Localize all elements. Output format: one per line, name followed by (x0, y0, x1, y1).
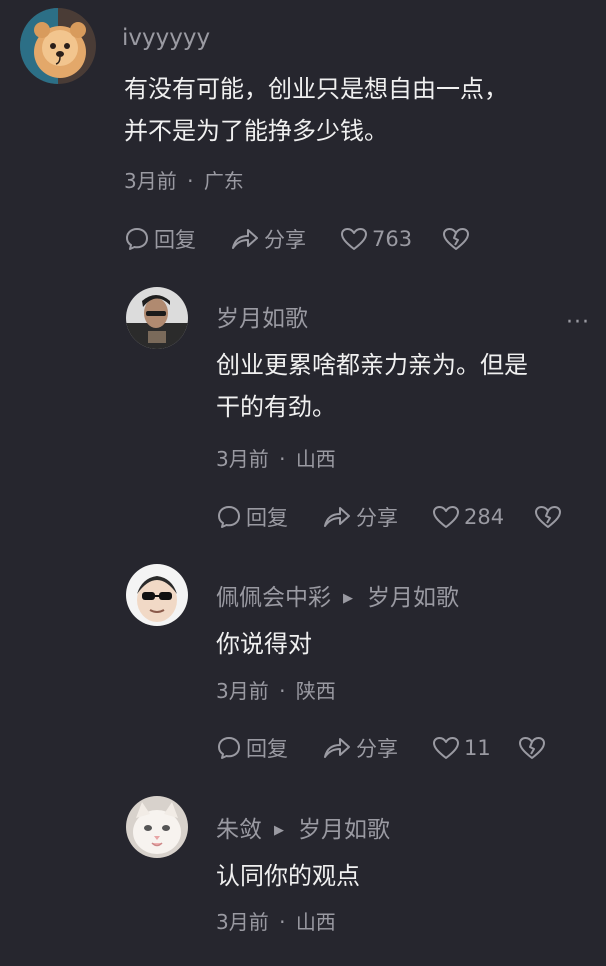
comment-meta: 3月前 · 陕西 (216, 675, 336, 704)
reply-label: 回复 (154, 228, 196, 252)
dislike-button[interactable] (518, 733, 546, 763)
comment-text-line: 创业更累啥都亲力亲为。但是 (216, 351, 528, 379)
comment-location: 广东 (203, 169, 244, 193)
comment-location: 陕西 (295, 679, 336, 703)
comment-username[interactable]: 岁月如歌 (216, 299, 308, 333)
comment-username[interactable]: ivyyyyy (122, 25, 210, 51)
comment-time: 3月前 (216, 910, 269, 934)
share-button[interactable]: 分享 (322, 502, 398, 532)
comment-username[interactable]: 佩佩会中彩 (216, 585, 331, 611)
triangle-right-icon: ▶ (274, 823, 284, 838)
reply-label: 回复 (246, 506, 288, 530)
share-label: 分享 (356, 506, 398, 530)
comment-text: 认同你的观点 (216, 855, 360, 897)
reply-to-username[interactable]: 岁月如歌 (298, 817, 390, 843)
avatar[interactable] (126, 564, 188, 626)
like-button[interactable]: 284 (432, 502, 504, 532)
comment-text: 有没有可能，创业只是想自由一点， 并不是为了能挣多少钱。 (124, 68, 508, 152)
comment-time: 3月前 (216, 679, 269, 703)
comment-actions: 回复 分享 284 (216, 502, 576, 532)
share-arrow-icon (324, 507, 350, 527)
share-label: 分享 (264, 228, 306, 252)
comment-text-line: 并不是为了能挣多少钱。 (124, 117, 388, 145)
avatar-cartoon-image (126, 564, 188, 626)
like-count: 11 (464, 736, 491, 760)
reply-label: 回复 (246, 737, 288, 761)
avatar-dog-image (20, 8, 96, 84)
comment-time: 3月前 (216, 447, 269, 471)
heart-outline-icon (341, 228, 367, 250)
comment-username[interactable]: 朱敛 (216, 817, 262, 843)
comment-meta: 3月前 · 山西 (216, 443, 336, 472)
broken-heart-icon (519, 737, 545, 759)
share-arrow-icon (324, 738, 350, 758)
like-count: 284 (464, 505, 505, 529)
comment-meta: 3月前 · 山西 (216, 906, 336, 935)
avatar[interactable] (126, 796, 188, 858)
comment-actions: 回复 分享 11 (216, 733, 576, 763)
comment-text: 你说得对 (216, 623, 312, 665)
comment-username-line: 朱敛 ▶ 岁月如歌 (216, 810, 390, 844)
reply-button[interactable]: 回复 (216, 733, 288, 763)
comment-meta: 3月前 · 广东 (124, 165, 244, 194)
share-button[interactable]: 分享 (230, 224, 306, 254)
comment-bubble-icon (218, 737, 240, 759)
comment-text-line: 干的有劲。 (216, 393, 336, 421)
comment-text-line: 认同你的观点 (216, 862, 360, 890)
comment-bubble-icon (218, 506, 240, 528)
avatar-man-image (126, 287, 188, 349)
like-count: 763 (372, 227, 413, 251)
meta-separator: · (187, 169, 194, 193)
like-button[interactable]: 763 (340, 224, 412, 254)
reply-to-username[interactable]: 岁月如歌 (367, 585, 459, 611)
dislike-button[interactable] (442, 224, 470, 254)
comment-location: 山西 (295, 447, 336, 471)
comment-location: 山西 (295, 910, 336, 934)
reply-button[interactable]: 回复 (216, 502, 288, 532)
reply-button[interactable]: 回复 (124, 224, 196, 254)
like-button[interactable]: 11 (432, 733, 491, 763)
dislike-button[interactable] (534, 502, 562, 532)
share-button[interactable]: 分享 (322, 733, 398, 763)
share-arrow-icon (232, 229, 258, 249)
heart-outline-icon (433, 506, 459, 528)
comment-actions: 回复 分享 763 (124, 224, 484, 254)
broken-heart-icon (535, 506, 561, 528)
comment-bubble-icon (126, 228, 148, 250)
comment-time: 3月前 (124, 169, 177, 193)
comment-username-line: 佩佩会中彩 ▶ 岁月如歌 (216, 578, 459, 612)
avatar[interactable] (20, 8, 96, 84)
heart-outline-icon (433, 737, 459, 759)
meta-separator: · (279, 679, 286, 703)
comment-text: 创业更累啥都亲力亲为。但是 干的有劲。 (216, 344, 528, 428)
avatar-cat-image (126, 796, 188, 858)
comment-text-line: 有没有可能，创业只是想自由一点， (124, 75, 508, 103)
meta-separator: · (279, 910, 286, 934)
meta-separator: · (279, 447, 286, 471)
triangle-right-icon: ▶ (343, 591, 353, 606)
comment-text-line: 你说得对 (216, 630, 312, 658)
more-options-button[interactable]: ··· (566, 310, 590, 335)
share-label: 分享 (356, 737, 398, 761)
avatar[interactable] (126, 287, 188, 349)
broken-heart-icon (443, 228, 469, 250)
